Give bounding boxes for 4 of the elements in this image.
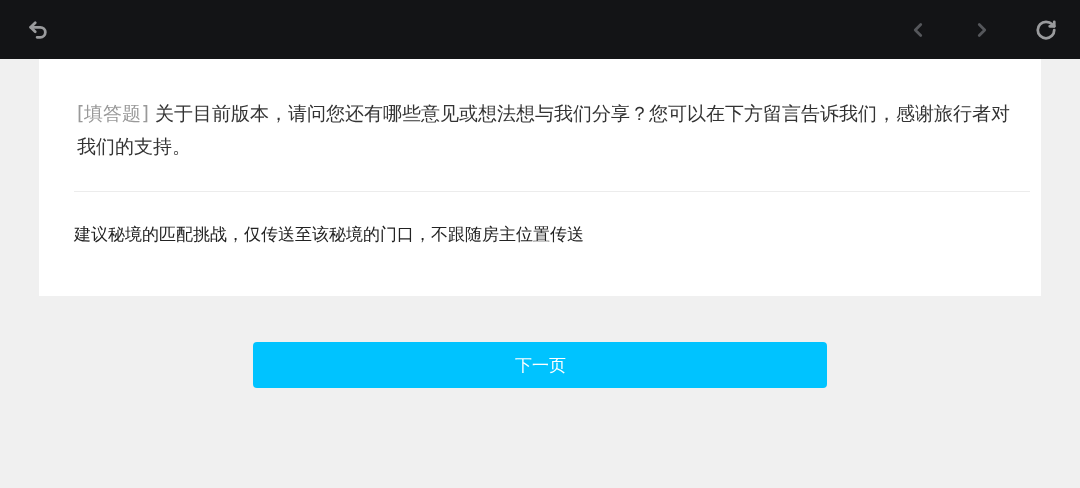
answer-text: 建议秘境的匹配挑战，仅传送至该秘境的门口，不跟随房主位置传送 — [74, 223, 585, 246]
next-page-button[interactable]: 下一页 — [253, 342, 827, 388]
question-text: [填答题] 关于目前版本，请问您还有哪些意见或想法想与我们分享？您可以在下方留言告诉我们，感谢旅行者对我们的支持。 — [76, 101, 1011, 159]
refresh-button[interactable] — [1034, 17, 1058, 42]
